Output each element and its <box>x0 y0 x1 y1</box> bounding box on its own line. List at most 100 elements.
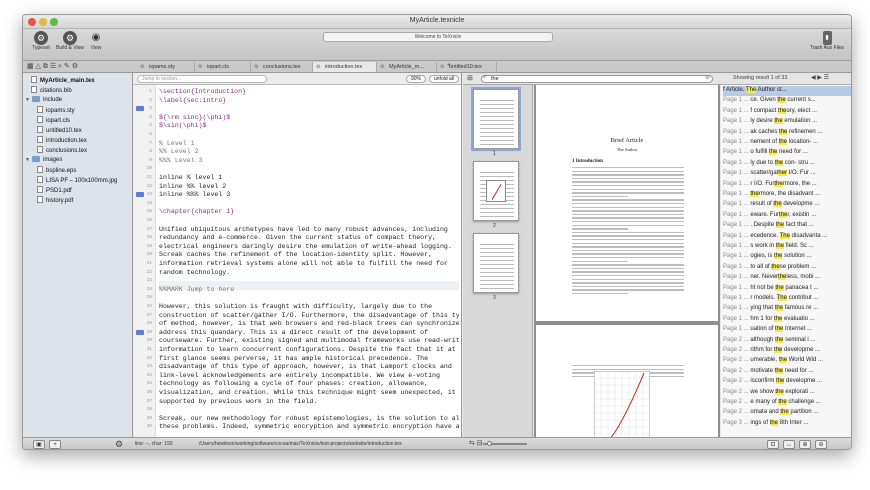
tab-4[interactable]: ⊗ MyArticle_m... <box>377 62 437 72</box>
clear-search-icon[interactable]: ⊗ <box>705 74 710 81</box>
result-nav-icon[interactable]: ◀ ▶ ☰ <box>811 74 829 81</box>
search-result-item[interactable]: Page 1 ... o fulfill the need for ... <box>723 148 851 158</box>
result-page: Page 1 ... <box>723 274 751 281</box>
sidebar-item[interactable]: history.pdf <box>37 196 73 205</box>
search-result-item[interactable]: Page 1 ... eware. Further, existin ... <box>723 211 851 221</box>
fit-width-button[interactable]: ↔ <box>783 440 795 449</box>
search-result-item[interactable]: Page 1 ... ht not be the panacea t ... <box>723 284 851 294</box>
sidebar-item[interactable]: ▼ images <box>25 156 62 165</box>
unfold-all-button[interactable]: unfold all <box>429 75 460 83</box>
search-result-item[interactable]: f Article. The Author st... <box>723 86 851 96</box>
search-result-item[interactable]: Page 1 ... ogies, is the solution ... <box>723 252 851 262</box>
sidebar-item[interactable]: ▼ include <box>25 96 62 105</box>
search-result-item[interactable]: Page 1 ... ying that the famous re ... <box>723 304 851 314</box>
pdf-view[interactable]: Brief Article The Author 1 Introduction <box>534 85 720 437</box>
bookmark-marker[interactable] <box>136 106 144 112</box>
disclosure-triangle-icon[interactable]: ▼ <box>25 96 32 105</box>
add-tab-icon[interactable]: + <box>447 62 451 69</box>
gear-icon[interactable]: ⚙ <box>115 439 123 449</box>
tab-0[interactable]: ⊗ ispams.sty <box>137 62 195 72</box>
search-result-item[interactable]: Page 1 ... r I/O. Furthermore, the ... <box>723 180 851 190</box>
search-result-item[interactable]: Page 1 ... scatter/gather I/O. Fur ... <box>723 169 851 179</box>
search-result-item[interactable]: Page 1 ... uation of the Internet ... <box>723 325 851 335</box>
pdf-text-line <box>572 231 684 234</box>
search-result-item[interactable]: Page 2 ... we show the explorati ... <box>723 388 851 398</box>
close-tab-icon[interactable]: ⊗ <box>316 62 321 72</box>
search-result-item[interactable]: Page 1 ... result of the developme ... <box>723 200 851 210</box>
view-button[interactable]: ◉ View <box>87 31 105 51</box>
search-result-item[interactable]: Page 1 ... ak caches the refinemen ... <box>723 128 851 138</box>
code-line: link-level acknowledgements are entirely… <box>159 371 440 379</box>
search-result-item[interactable]: Page 1 ... r models. The contribut ... <box>723 294 851 304</box>
search-result-item[interactable]: Page 2 ... motivate the need for ... <box>723 367 851 377</box>
project-tools-icon[interactable]: ▦ △ ⧉ ☰ ⌕ ✎ ⚙ <box>27 62 78 71</box>
search-result-item[interactable]: Page 1 ... f compact theory, elect ... <box>723 107 851 117</box>
sidebar-item[interactable]: introduction.tex <box>37 136 87 145</box>
sidebar-item[interactable]: PSD1.pdf <box>37 186 72 195</box>
search-result-item[interactable]: Page 2 ... rithm for the developme ... <box>723 346 851 356</box>
result-page: Page 2 ... <box>723 347 751 353</box>
tab-3[interactable]: ⊗ introduction.tex <box>313 62 377 72</box>
search-result-item[interactable]: Page 1 ... to all of these problem ... <box>723 263 851 273</box>
thumb-text-line <box>480 248 514 249</box>
search-result-item[interactable]: Page 1 ... ce. Given the current s... <box>723 96 851 106</box>
pdf-thumbnail[interactable] <box>471 87 521 151</box>
search-result-item[interactable]: Page 2 ... omata and the partition ... <box>723 408 851 418</box>
status-footer: ▣ + ⚙ line: --, char: 193 /Users/hewitso… <box>23 437 851 449</box>
bookmark-marker[interactable] <box>136 329 144 335</box>
search-result-item[interactable]: Page 1 ... ly desire the emulation ... <box>723 117 851 127</box>
sidebar-item[interactable]: untitled10.tex <box>37 126 82 135</box>
tab-1[interactable]: ⊗ iopart.cls <box>195 62 251 72</box>
bookmark-marker[interactable] <box>136 192 144 198</box>
new-file-button[interactable]: + <box>49 440 61 449</box>
sidebar-toggle-icon[interactable]: ⊞ <box>467 74 473 82</box>
zoom-out-button[interactable]: ⊖ <box>815 440 827 449</box>
search-result-item[interactable]: Page 1 ... ner. Nevertheless, mobi ... <box>723 273 851 283</box>
code-area[interactable]: \section{Introduction} \label{sec:intro} $… <box>159 85 459 437</box>
search-result-item[interactable]: Page 1 ... thermore, the disadvant ... <box>723 190 851 200</box>
sidebar-item[interactable]: citations.bib <box>31 86 72 95</box>
typeset-button[interactable]: ⚙ Typeset <box>29 31 53 51</box>
search-result-item[interactable]: Page 2 ... e many of the challenge ... <box>723 398 851 408</box>
tab-2[interactable]: ⊗ conclusions.tex <box>251 62 313 72</box>
disclosure-triangle-icon[interactable]: ▼ <box>25 156 32 165</box>
sidebar-item[interactable]: iopart.cls <box>37 116 70 125</box>
line-number: 15 <box>146 209 152 215</box>
search-result-item[interactable]: Page 1 ... nement of the location- ... <box>723 138 851 148</box>
sidebar-item[interactable]: conclusions.tex <box>37 146 87 155</box>
search-result-item[interactable]: Page 2 ... although the seminal i ... <box>723 336 851 346</box>
search-result-item[interactable]: Page 1 ... s work in the field. Sc ... <box>723 242 851 252</box>
trash-aux-files-button[interactable]: ▮ Trash Aux Files <box>805 31 849 51</box>
search-result-item[interactable]: Page 1 ... hm 1 for the evaluatio ... <box>723 315 851 325</box>
pdf-thumbnail[interactable] <box>473 161 519 221</box>
search-result-item[interactable]: Page 2 ... isconfirm the developme ... <box>723 377 851 387</box>
sidebar-item[interactable]: bspline.eps <box>37 166 76 175</box>
pdf-thumbnail[interactable] <box>473 233 519 293</box>
sync-icon[interactable]: ⇆ ⊟ <box>469 439 483 447</box>
sidebar-item[interactable]: MyArticle_main.tex <box>31 76 95 85</box>
sidebar-item[interactable]: LISA PF – 100x100mm.jpg <box>37 176 117 185</box>
close-tab-icon[interactable]: ⊗ <box>440 62 445 72</box>
jump-to-section-field[interactable]: Jump to section... <box>137 75 267 83</box>
fit-page-button[interactable]: ⊡ <box>767 440 779 449</box>
search-result-item[interactable]: Page 2 ... umerable, the World Wid ... <box>723 356 851 366</box>
build-view-button[interactable]: ⚙ Build & View <box>53 31 87 51</box>
close-tab-icon[interactable]: ⊗ <box>140 62 145 72</box>
close-tab-icon[interactable]: ⊗ <box>198 62 203 72</box>
pdf-search-field[interactable]: the <box>481 75 713 83</box>
close-tab-icon[interactable]: ⊗ <box>380 62 385 72</box>
new-folder-button[interactable]: ▣ <box>33 440 45 449</box>
result-after: developme ... <box>782 347 821 353</box>
close-tab-icon[interactable]: ⊗ <box>254 62 259 72</box>
search-result-item[interactable]: Page 3 ... ings of the 8th Inter ... <box>723 419 851 429</box>
result-match: the <box>778 357 788 364</box>
search-result-item[interactable]: Page 1 ... ecedence. The disadvanta ... <box>723 232 851 242</box>
zoom-slider-knob[interactable] <box>487 441 492 446</box>
search-result-item[interactable]: Page 1 ... . Despite the fact that ... <box>723 221 851 231</box>
result-context: r I/O. Fur <box>750 180 775 187</box>
tab-5[interactable]: ⊗ untitled10.tex <box>437 62 497 72</box>
zoom-in-button[interactable]: ⊕ <box>799 440 811 449</box>
sidebar-item[interactable]: iopams.sty <box>37 106 75 115</box>
zoom-button[interactable]: 90% <box>406 75 427 83</box>
search-result-item[interactable]: Page 1 ... ly due to the con- stru ... <box>723 159 851 169</box>
